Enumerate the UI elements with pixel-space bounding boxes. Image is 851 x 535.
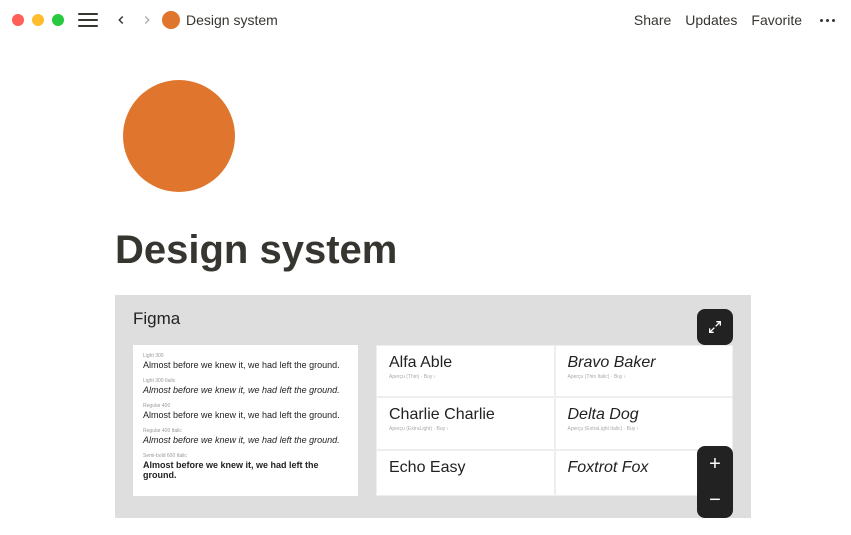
specimen-name: Delta Dog <box>568 406 721 424</box>
updates-button[interactable]: Updates <box>685 12 737 28</box>
nav-back-button[interactable] <box>110 9 132 31</box>
specimen-name: Alfa Able <box>389 354 542 372</box>
specimen-cell: Charlie Charlie Aperçu (ExtraLight) · Buy… <box>376 397 555 449</box>
type-sample: Semi-bold 600 ItalicAlmost before we kne… <box>143 453 348 480</box>
type-sample-text: Almost before we knew it, we had left th… <box>143 385 348 395</box>
zoom-out-button[interactable]: − <box>697 482 733 518</box>
figma-canvas[interactable]: Light 300Almost before we knew it, we ha… <box>133 345 733 496</box>
specimen-caption: Aperçu (ExtraLight) · Buy › <box>389 426 542 432</box>
zoom-in-button[interactable]: + <box>697 446 733 482</box>
page-icon-small <box>162 11 180 29</box>
hamburger-menu-icon[interactable] <box>78 10 98 30</box>
type-sample-label: Regular 400 <box>143 403 348 409</box>
page-icon[interactable] <box>123 80 235 192</box>
type-sample-text: Almost before we knew it, we had left th… <box>143 435 348 445</box>
close-window-button[interactable] <box>12 14 24 26</box>
specimen-name: Charlie Charlie <box>389 406 542 424</box>
favorite-button[interactable]: Favorite <box>751 12 802 28</box>
page-content: Design system Figma + − Light 300Almost … <box>0 40 851 518</box>
specimen-cell: Alfa Able Aperçu (Thin) · Buy › <box>376 345 555 397</box>
type-sample-label: Light 300 <box>143 353 348 359</box>
specimen-name: Echo Easy <box>389 459 542 477</box>
type-sample-text: Almost before we knew it, we had left th… <box>143 360 348 370</box>
type-sample-panel: Light 300Almost before we knew it, we ha… <box>133 345 358 496</box>
specimen-caption: Aperçu (Thin) · Buy › <box>389 374 542 380</box>
specimen-cell: Echo Easy <box>376 450 555 496</box>
type-sample-label: Regular 400 Italic <box>143 428 348 434</box>
specimen-name: Bravo Baker <box>568 354 721 372</box>
specimen-cell: Delta Dog Aperçu (ExtraLight Italic) · Bu… <box>555 397 734 449</box>
topbar: Design system Share Updates Favorite <box>0 0 851 40</box>
type-sample: Light 300 ItalicAlmost before we knew it… <box>143 378 348 395</box>
specimen-grid: Alfa Able Aperçu (Thin) · Buy › Bravo Bake… <box>376 345 733 496</box>
specimen-cell: Bravo Baker Aperçu (Thin Italic) · Buy › <box>555 345 734 397</box>
topbar-actions: Share Updates Favorite <box>634 12 839 28</box>
type-sample-label: Light 300 Italic <box>143 378 348 384</box>
type-sample-text: Almost before we knew it, we had left th… <box>143 460 348 480</box>
more-menu-icon[interactable] <box>816 15 839 26</box>
type-sample-label: Semi-bold 600 Italic <box>143 453 348 459</box>
specimen-caption: Aperçu (Thin Italic) · Buy › <box>568 374 721 380</box>
share-button[interactable]: Share <box>634 12 671 28</box>
figma-embed: Figma + − Light 300Almost before we knew… <box>115 295 751 518</box>
figma-embed-label: Figma <box>133 309 733 329</box>
maximize-window-button[interactable] <box>52 14 64 26</box>
nav-forward-button[interactable] <box>136 9 158 31</box>
minimize-window-button[interactable] <box>32 14 44 26</box>
page-title[interactable]: Design system <box>115 228 751 273</box>
type-sample: Regular 400 ItalicAlmost before we knew … <box>143 428 348 445</box>
type-sample: Regular 400Almost before we knew it, we … <box>143 403 348 420</box>
breadcrumb[interactable]: Design system <box>162 11 278 29</box>
expand-fullscreen-button[interactable] <box>697 309 733 345</box>
zoom-controls: + − <box>697 446 733 518</box>
window-traffic-lights <box>12 14 64 26</box>
type-sample: Light 300Almost before we knew it, we ha… <box>143 353 348 370</box>
specimen-caption: Aperçu (ExtraLight Italic) · Buy › <box>568 426 721 432</box>
breadcrumb-title: Design system <box>186 12 278 28</box>
type-sample-text: Almost before we knew it, we had left th… <box>143 410 348 420</box>
